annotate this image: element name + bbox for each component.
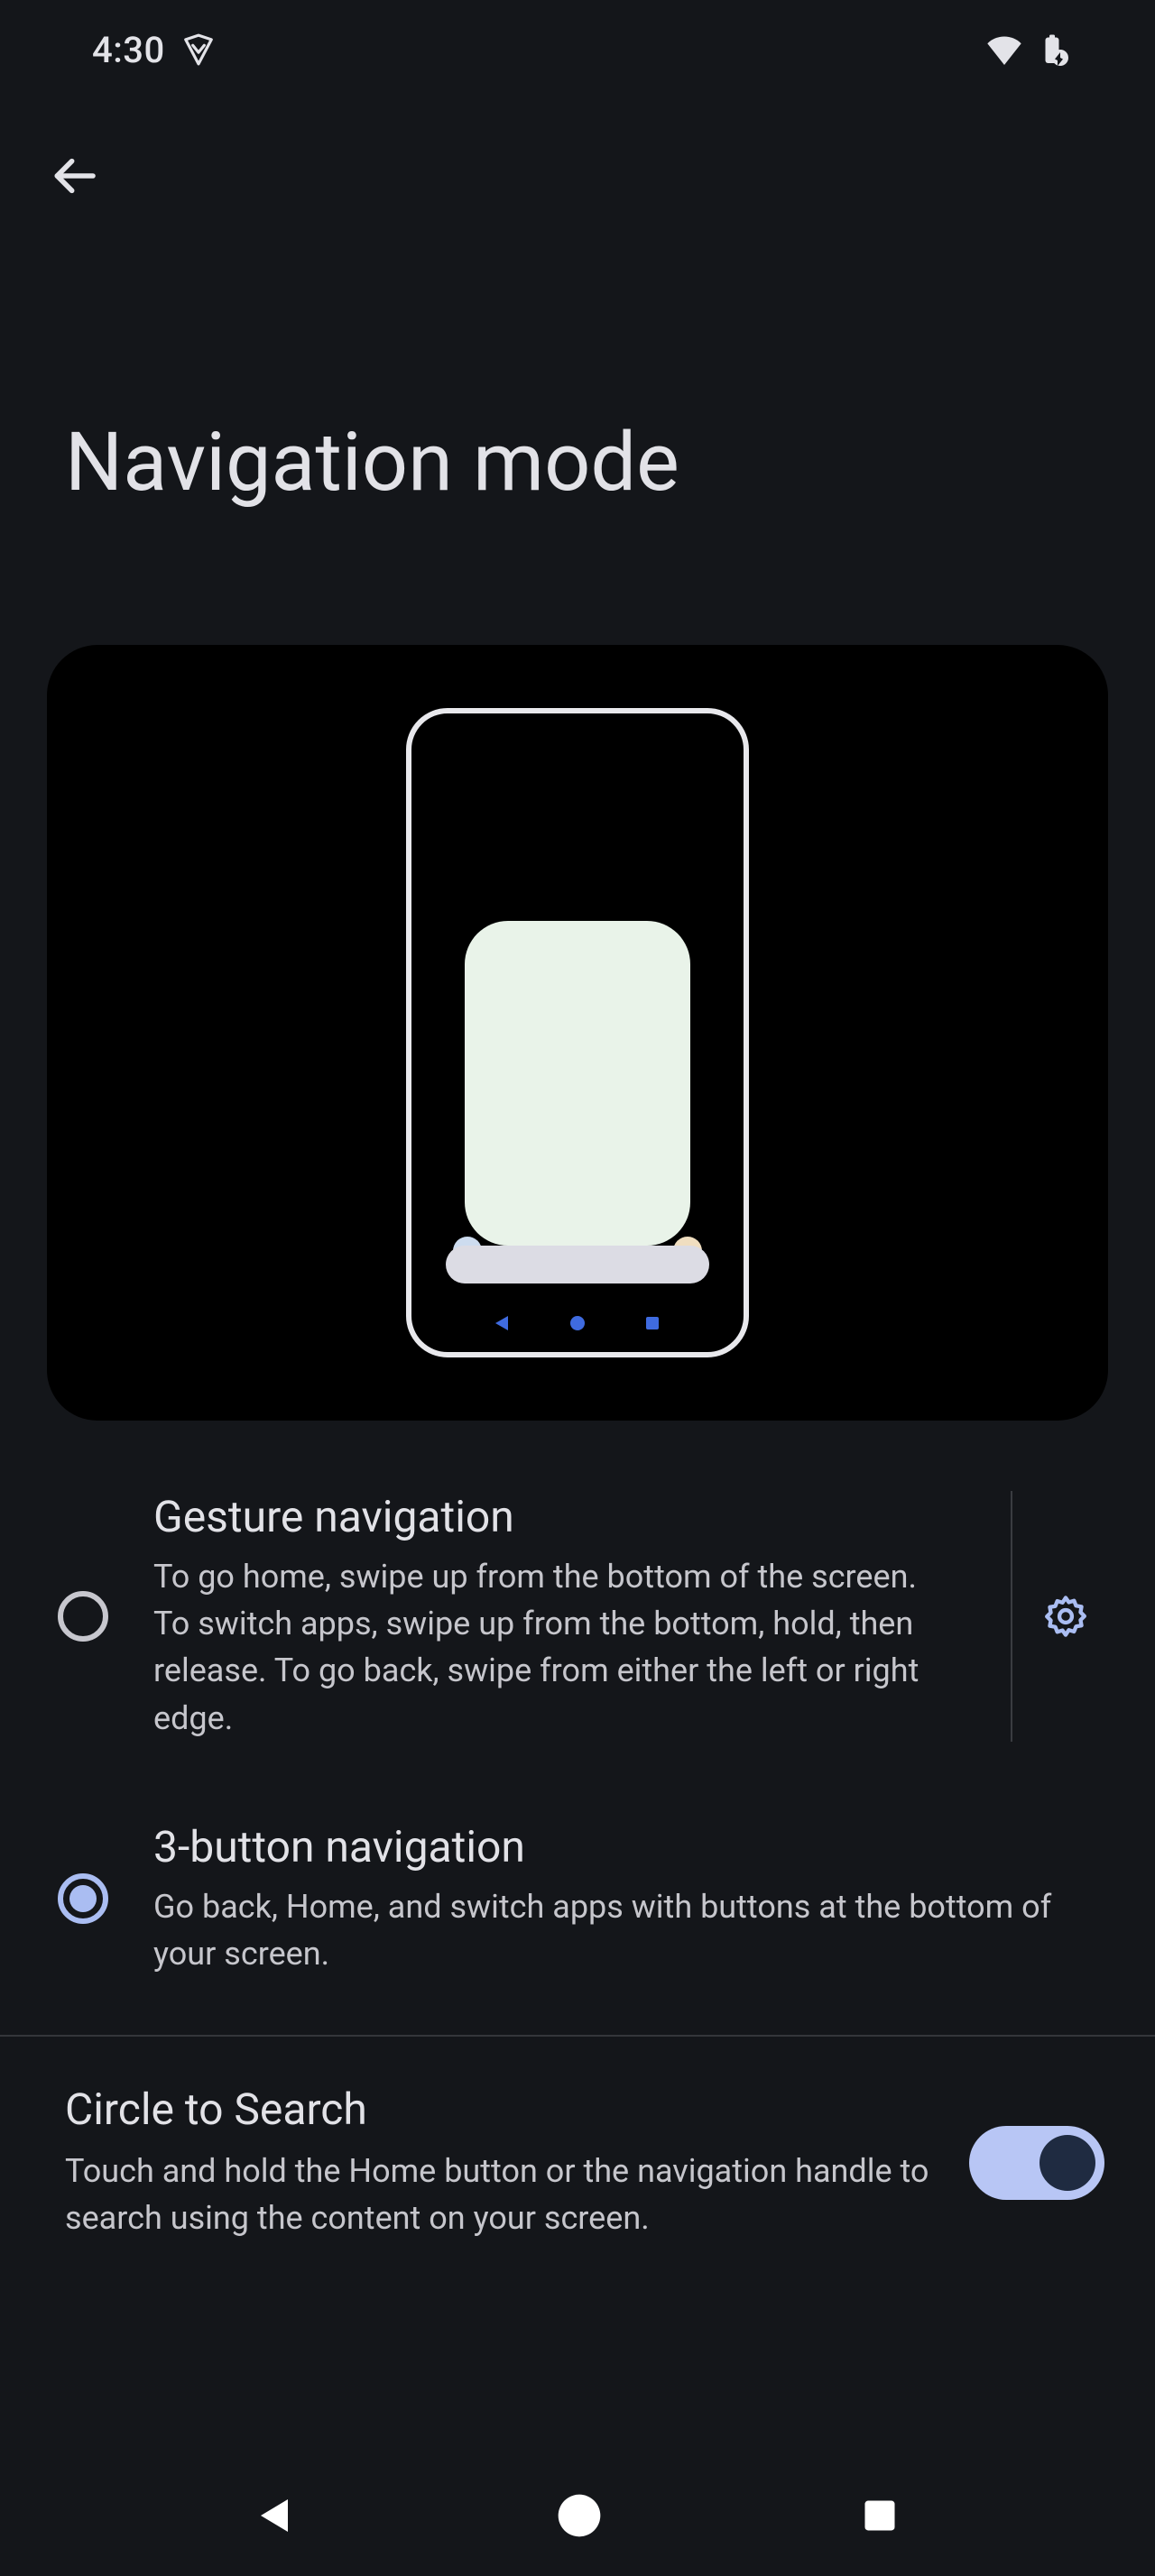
nav-overview-icon [642, 1312, 663, 1334]
page-title: Navigation mode [0, 253, 1155, 564]
option-description: Go back, Home, and switch apps with butt… [153, 1883, 1119, 1977]
phone-volume-button-icon [745, 939, 749, 1047]
back-button[interactable] [31, 133, 117, 219]
radio-unchecked-icon [58, 1591, 108, 1642]
circle-to-search-title: Circle to Search [65, 2084, 933, 2135]
navigation-preview [47, 645, 1108, 1421]
wifi-icon [985, 34, 1023, 65]
radio-checked-icon [58, 1873, 108, 1924]
battery-charging-icon [1036, 33, 1068, 66]
system-overview-button[interactable] [860, 2496, 900, 2539]
nav-back-icon [492, 1312, 513, 1334]
option-text: Gesture navigation To go home, swipe up … [153, 1491, 947, 1742]
system-home-button[interactable] [554, 2490, 605, 2544]
option-gesture-navigation[interactable]: Gesture navigation To go home, swipe up … [0, 1451, 1155, 1781]
navigation-options-list: Gesture navigation To go home, swipe up … [0, 1421, 1155, 2017]
system-back-button[interactable] [255, 2494, 299, 2541]
status-bar-left: 4:30 [92, 29, 216, 71]
option-three-button-navigation[interactable]: 3-button navigation Go back, Home, and s… [0, 1781, 1155, 2017]
status-clock: 4:30 [92, 29, 165, 71]
arrow-back-icon [49, 151, 99, 201]
option-description: To go home, swipe up from the bottom of … [153, 1553, 947, 1742]
nav-overview-icon [860, 2496, 900, 2535]
phone-illustration [406, 708, 749, 1357]
circle-to-search-description: Touch and hold the Home button or the na… [65, 2148, 933, 2241]
app-card-icon [465, 921, 690, 1246]
nav-home-icon [567, 1312, 588, 1334]
phone-nav-illustration [411, 1312, 744, 1334]
status-bar: 4:30 [0, 0, 1155, 99]
dock-search-bar-icon [446, 1246, 709, 1283]
circle-to-search-row[interactable]: Circle to Search Touch and hold the Home… [0, 2037, 1155, 2277]
phone-power-button-icon [745, 867, 749, 912]
circle-to-search-text: Circle to Search Touch and hold the Home… [65, 2084, 933, 2241]
gesture-settings-button[interactable] [1011, 1491, 1119, 1742]
option-title: 3-button navigation [153, 1821, 1119, 1872]
option-text: 3-button navigation Go back, Home, and s… [153, 1821, 1119, 1977]
option-title: Gesture navigation [153, 1491, 947, 1542]
system-navigation-bar [0, 2459, 1155, 2576]
nav-back-icon [255, 2494, 299, 2537]
gear-icon [1042, 1593, 1089, 1640]
app-bar [0, 99, 1155, 253]
status-bar-right [985, 33, 1068, 66]
shield-down-icon [181, 32, 216, 67]
switch-thumb-icon [1040, 2135, 1095, 2191]
circle-to-search-toggle[interactable] [969, 2126, 1104, 2200]
nav-home-icon [554, 2490, 605, 2541]
